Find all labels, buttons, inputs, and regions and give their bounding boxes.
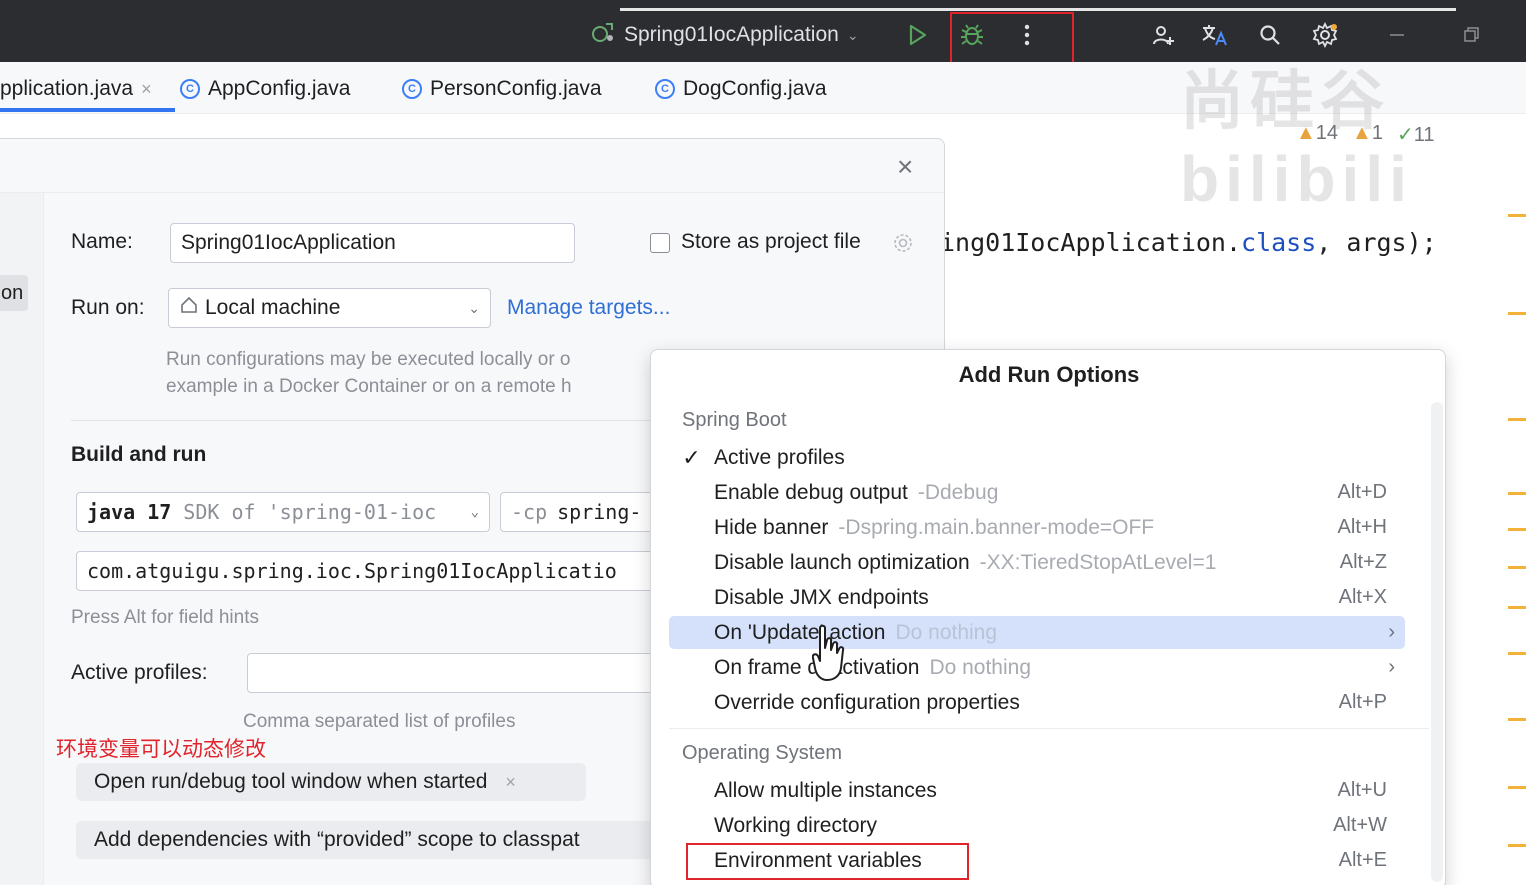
option-working-directory[interactable]: Working directory Alt+W — [669, 809, 1405, 842]
group-operating-system: Operating System — [682, 742, 843, 764]
warning-icon: ▲ — [1296, 122, 1316, 144]
gutter-marker — [1508, 606, 1526, 609]
store-as-project-file-checkbox[interactable] — [650, 233, 670, 253]
tab-label: AppConfig.java — [208, 77, 351, 100]
tab-appconfig-java[interactable]: C AppConfig.java — [180, 74, 350, 104]
manage-targets-link[interactable]: Manage targets... — [507, 296, 670, 320]
gear-icon[interactable] — [892, 232, 914, 259]
weak-warning-icon: ▲ — [1352, 122, 1372, 144]
tab-dogconfig-java[interactable]: C DogConfig.java — [655, 74, 827, 104]
tab-label: DogConfig.java — [683, 77, 827, 100]
ok-count: ✓11 — [1396, 124, 1435, 146]
dialog-header — [0, 139, 944, 193]
hand-cursor-icon — [811, 624, 846, 689]
gutter-marker — [1508, 492, 1526, 495]
active-profiles-hint: Comma separated list of profiles — [243, 711, 516, 732]
popup-title: Add Run Options — [958, 362, 1140, 387]
warning-count: ▲14 — [1296, 122, 1339, 144]
option-override-configuration-properties[interactable]: Override configuration properties Alt+P — [669, 686, 1405, 719]
gutter-marker — [1508, 418, 1526, 421]
restore-icon[interactable] — [1456, 20, 1486, 50]
chevron-right-icon: › — [1388, 656, 1395, 678]
tab-label: PersonConfig.java — [430, 77, 602, 100]
tab-label: pplication.java — [0, 77, 134, 100]
active-profiles-input[interactable] — [247, 653, 660, 693]
gutter-marker — [1508, 214, 1526, 217]
active-tab-indicator — [0, 108, 175, 112]
field-hints-text: Press Alt for field hints — [71, 607, 259, 628]
main-class-input[interactable]: com.atguigu.spring.ioc.Spring01IocApplic… — [76, 551, 660, 591]
weak-warning-count: ▲1 — [1352, 122, 1383, 144]
translate-icon[interactable] — [1200, 20, 1230, 50]
annotation-note: 环境变量可以动态修改 — [56, 737, 266, 761]
add-user-icon[interactable] — [1148, 20, 1178, 50]
inspection-widget[interactable]: ▲14 ▲1 ✓11 — [1296, 122, 1435, 147]
close-icon[interactable]: × — [141, 79, 152, 100]
option-chip-open-tool-window[interactable]: Open run/debug tool window when started … — [76, 763, 586, 801]
popup-separator — [669, 728, 1429, 729]
run-on-select[interactable]: Local machine ⌄ — [168, 288, 491, 328]
chevron-down-icon: ⌄ — [470, 504, 479, 520]
classpath-module-select[interactable]: -cp spring- — [500, 492, 660, 532]
option-disable-jmx-endpoints[interactable]: Disable JMX endpoints Alt+X — [669, 581, 1405, 614]
gutter-marker — [1508, 528, 1526, 531]
search-icon[interactable] — [1255, 20, 1285, 50]
gutter-marker — [1508, 844, 1526, 847]
check-icon: ✓ — [682, 444, 701, 470]
environment-variables-highlight-box — [686, 843, 969, 880]
run-icon[interactable] — [902, 20, 932, 50]
gutter-marker — [1508, 786, 1526, 789]
gutter-marker — [1508, 312, 1526, 315]
configuration-tree-selected-item[interactable]: on — [0, 275, 28, 311]
active-profiles-label: Active profiles: — [71, 661, 208, 684]
name-input[interactable]: Spring01IocApplication — [170, 223, 575, 263]
class-icon: C — [402, 79, 422, 99]
jdk-select[interactable]: java 17 SDK of 'spring-01-ioc ⌄ — [76, 492, 490, 532]
option-disable-launch-optimization[interactable]: Disable launch optimization -XX:TieredSt… — [669, 546, 1405, 579]
group-spring-boot: Spring Boot — [682, 409, 787, 431]
store-as-project-file-label: Store as project file — [681, 230, 861, 253]
spring-boot-icon — [590, 20, 616, 50]
code-line: ing01IocApplication.class, args); — [940, 228, 1437, 257]
add-run-options-popup: Add Run Options Spring Boot ✓ Active pro… — [650, 349, 1446, 885]
tab-personconfig-java[interactable]: C PersonConfig.java — [402, 74, 602, 104]
gutter-marker — [1508, 566, 1526, 569]
chevron-down-icon: ⌄ — [846, 26, 859, 43]
run-on-hint: Run configurations may be executed local… — [166, 349, 572, 397]
title-bar-top-line — [620, 8, 1456, 11]
gutter-marker — [1508, 718, 1526, 721]
close-icon[interactable]: × — [897, 151, 913, 183]
divider — [71, 420, 650, 421]
popup-scrollbar[interactable] — [1431, 402, 1443, 882]
option-enable-debug-output[interactable]: Enable debug output -Ddebug Alt+D — [669, 476, 1405, 509]
name-label: Name: — [71, 230, 133, 253]
option-on-frame-deactivation[interactable]: On frame deactivation Do nothing › — [669, 651, 1405, 684]
run-configuration-name: Spring01IocApplication — [624, 23, 839, 46]
option-active-profiles[interactable]: ✓ Active profiles — [669, 441, 1405, 474]
tab-application-java[interactable]: pplication.java × — [0, 74, 152, 104]
option-hide-banner[interactable]: Hide banner -Dspring.main.banner-mode=OF… — [669, 511, 1405, 544]
run-configuration-selector[interactable]: Spring01IocApplication ⌄ — [590, 20, 859, 50]
option-chip-provided-scope[interactable]: Add dependencies with “provided” scope t… — [76, 821, 660, 859]
class-icon: C — [655, 79, 675, 99]
run-on-label: Run on: — [71, 296, 145, 319]
configuration-tree: on — [0, 193, 44, 885]
close-icon[interactable]: × — [505, 772, 516, 793]
minimize-icon[interactable] — [1382, 20, 1412, 50]
option-allow-multiple-instances[interactable]: Allow multiple instances Alt+U — [669, 774, 1405, 807]
settings-icon[interactable] — [1310, 20, 1340, 50]
option-on-update-action[interactable]: On 'Update' action Do nothing › — [669, 616, 1405, 649]
class-icon: C — [180, 79, 200, 99]
gutter-marker — [1508, 652, 1526, 655]
build-and-run-heading: Build and run — [71, 443, 207, 466]
chevron-down-icon: ⌄ — [468, 299, 480, 316]
chevron-right-icon: › — [1388, 621, 1395, 643]
check-icon: ✓ — [1396, 124, 1414, 146]
home-icon — [179, 295, 199, 321]
